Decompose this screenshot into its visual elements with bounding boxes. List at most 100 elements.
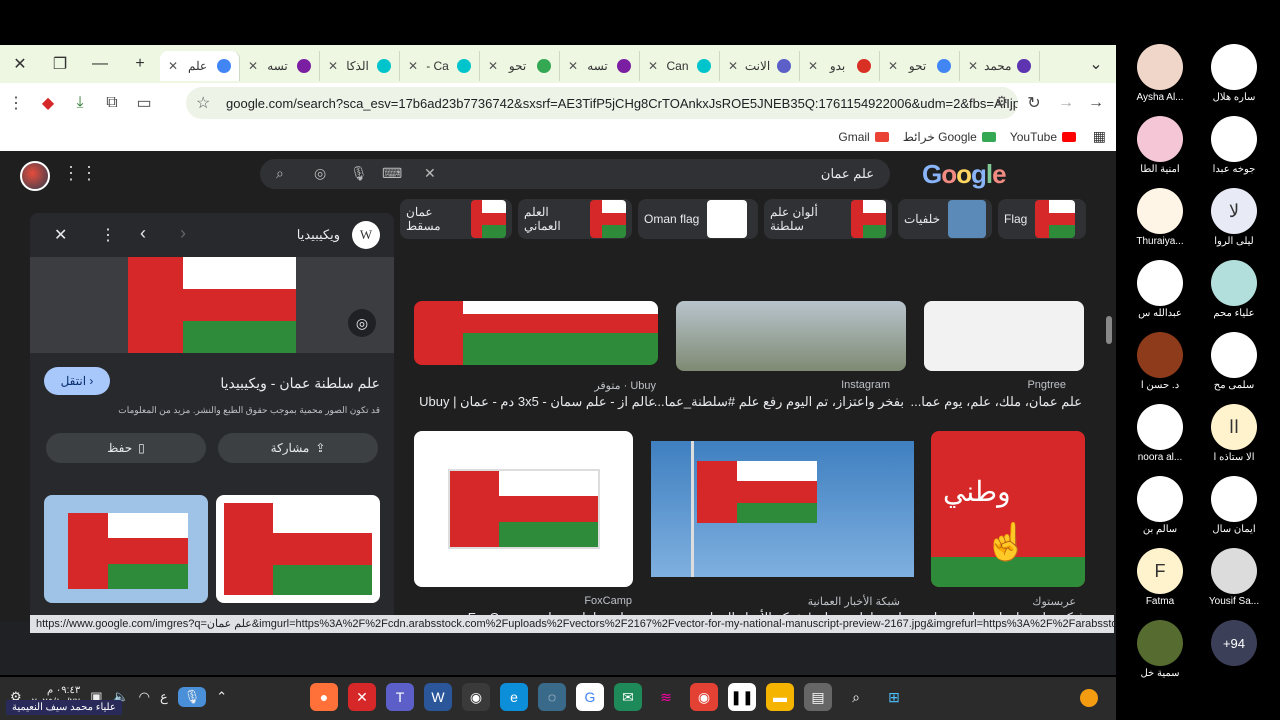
close-tab-icon[interactable]: ✕ [568,59,578,73]
preview-image[interactable]: ◎ [30,257,394,353]
keyboard-icon[interactable]: ⌨ [382,165,402,182]
lens-icon[interactable]: ◎ [314,165,326,182]
browser-tab[interactable]: ✕ الذكا [320,51,400,81]
participant-tile[interactable]: د. حسن ا [1124,332,1196,402]
participant-tile[interactable]: Yousif Sa... [1198,548,1270,618]
chip-colors[interactable]: ألوان علم سلطنة [764,199,892,239]
google-icon[interactable]: G [576,683,604,711]
chrome-alt-icon[interactable]: ◉ [690,683,718,711]
word-icon[interactable]: W [424,683,452,711]
previous-icon[interactable]: ‹ [140,223,146,244]
clear-icon[interactable]: ✕ [424,165,436,182]
chip-flag[interactable]: Flag [998,199,1086,239]
search-input[interactable]: ⌕ ◎ 🎙 ⌨ ✕ علم عمان [260,159,890,189]
google-logo[interactable]: Google [922,159,1007,190]
chip-oman-flag[interactable]: Oman flag [638,199,758,239]
edge-icon[interactable]: e [500,683,528,711]
pdf-icon[interactable]: ✕ [348,683,376,711]
close-tab-icon[interactable]: ✕ [408,59,418,73]
participant-tile[interactable]: سمية خل [1124,620,1196,690]
bookmark-youtube[interactable]: YouTube [1010,130,1076,144]
new-tab-button[interactable]: + [120,45,160,83]
language-indicator[interactable]: ع [160,689,168,705]
participant-tile[interactable]: ساره هلال [1198,44,1270,114]
close-tab-icon[interactable]: ✕ [328,59,338,73]
visit-button[interactable]: انتقل › [44,367,110,395]
participant-tile[interactable]: noora al... [1124,404,1196,474]
firefox-icon[interactable]: ● [310,683,338,711]
start-icon[interactable]: ⊞ [880,683,908,711]
download-icon[interactable]: ⤓ [64,87,96,119]
avatar[interactable] [20,161,50,191]
result-title[interactable]: بفخر واعتزاز، تم اليوم رفع علم #سلطنة_عم… [654,394,904,410]
chip-wallpapers[interactable]: خلفيات [898,199,992,239]
page-scrollbar[interactable] [1106,316,1112,344]
minimize-window-button[interactable]: — [80,45,120,83]
bookmark-star-icon[interactable]: ☆ [196,93,210,113]
chip-omani-flag[interactable]: العلم العماني [518,199,632,239]
extension-icon[interactable]: ◆ [32,87,64,119]
taskbar-search-icon[interactable]: ⌕ [842,683,870,711]
close-tab-icon[interactable]: ✕ [168,59,178,73]
sidebar-icon[interactable]: ▭ [128,87,160,119]
browser-tab[interactable]: ✕ الانت [720,51,800,81]
result-image[interactable] [651,441,914,577]
participant-tile[interactable]: سالم بن [1124,476,1196,546]
close-tab-icon[interactable]: ✕ [488,59,498,73]
participant-tile[interactable]: عبدالله س [1124,260,1196,330]
wifi-icon[interactable]: ◠ [139,689,150,705]
next-icon[interactable]: › [180,223,186,244]
close-icon[interactable]: ✕ [54,225,67,245]
share-button[interactable]: مشاركة ⇪ [218,433,378,463]
participant-tile[interactable]: جوخه عبدا [1198,116,1270,186]
search-icon[interactable]: ⌕ [276,165,284,182]
lens-search-icon[interactable]: ◎ [348,309,376,337]
browser-tab[interactable]: ✕ علم [160,51,240,81]
browser-tab[interactable]: ✕ تسه [560,51,640,81]
media-pause-icon[interactable]: ❚❚ [728,683,756,711]
participant-tile[interactable]: أمنية الطا [1124,116,1196,186]
browser-tab[interactable]: ✕ - Ca [400,51,480,81]
participant-tile[interactable]: F Fatma [1124,548,1196,618]
close-tab-icon[interactable]: ✕ [648,59,658,73]
site-settings-icon[interactable]: ⚙ [995,93,1008,110]
mail-icon[interactable]: ✉ [614,683,642,711]
file-explorer-icon[interactable]: ▬ [766,683,794,711]
close-tab-icon[interactable]: ✕ [968,59,978,73]
result-image[interactable] [414,431,633,587]
more-options-icon[interactable]: ⋮ [100,225,116,245]
bookmark-gmail[interactable]: Gmail [838,130,889,144]
result-title[interactable]: علم عمان، ملك، علم، يوم عما... [910,394,1082,410]
close-tab-icon[interactable]: ✕ [248,59,258,73]
google-apps-icon[interactable]: ⋮⋮ [62,163,98,184]
browser-tab[interactable]: ✕ محمد [960,51,1040,81]
close-window-button[interactable]: ✕ [0,45,40,83]
participant-tile[interactable]: اا الا ستاذه ا [1198,404,1270,474]
restore-window-button[interactable]: ❐ [40,45,80,83]
menu-icon[interactable]: ⋮ [0,87,32,119]
tab-search-icon[interactable]: ⌄ [1076,45,1116,83]
participant-tile[interactable]: ايمان سال [1198,476,1270,546]
forward-icon[interactable]: → [1050,87,1082,119]
result-image[interactable] [924,301,1084,371]
app-icon[interactable]: ≋ [652,683,680,711]
chrome-icon[interactable]: ◉ [462,683,490,711]
participant-tile[interactable]: علياء محم [1198,260,1270,330]
close-tab-icon[interactable]: ✕ [888,59,898,73]
extensions-puzzle-icon[interactable]: ⧉ [96,87,128,119]
related-image[interactable] [216,495,380,603]
microphone-icon[interactable]: 🎙 [177,687,207,707]
close-tab-icon[interactable]: ✕ [728,59,738,73]
chevron-up-icon[interactable]: ⌃ [216,689,227,705]
participant-tile[interactable]: لا ليلى الروا [1198,188,1270,258]
result-image[interactable]: وطني [931,431,1085,587]
notification-badge[interactable] [1080,689,1098,707]
preview-title[interactable]: علم سلطنة عمان - ويكيبيديا [220,375,380,392]
browser-tab[interactable]: ✕ Can [640,51,720,81]
teams-icon[interactable]: T [386,683,414,711]
chip-muscat[interactable]: عمان مسقط [400,199,512,239]
result-image[interactable] [676,301,906,371]
result-image[interactable] [414,301,658,365]
back-icon[interactable]: → [1080,87,1112,119]
participant-tile[interactable]: Aysha Al... [1124,44,1196,114]
